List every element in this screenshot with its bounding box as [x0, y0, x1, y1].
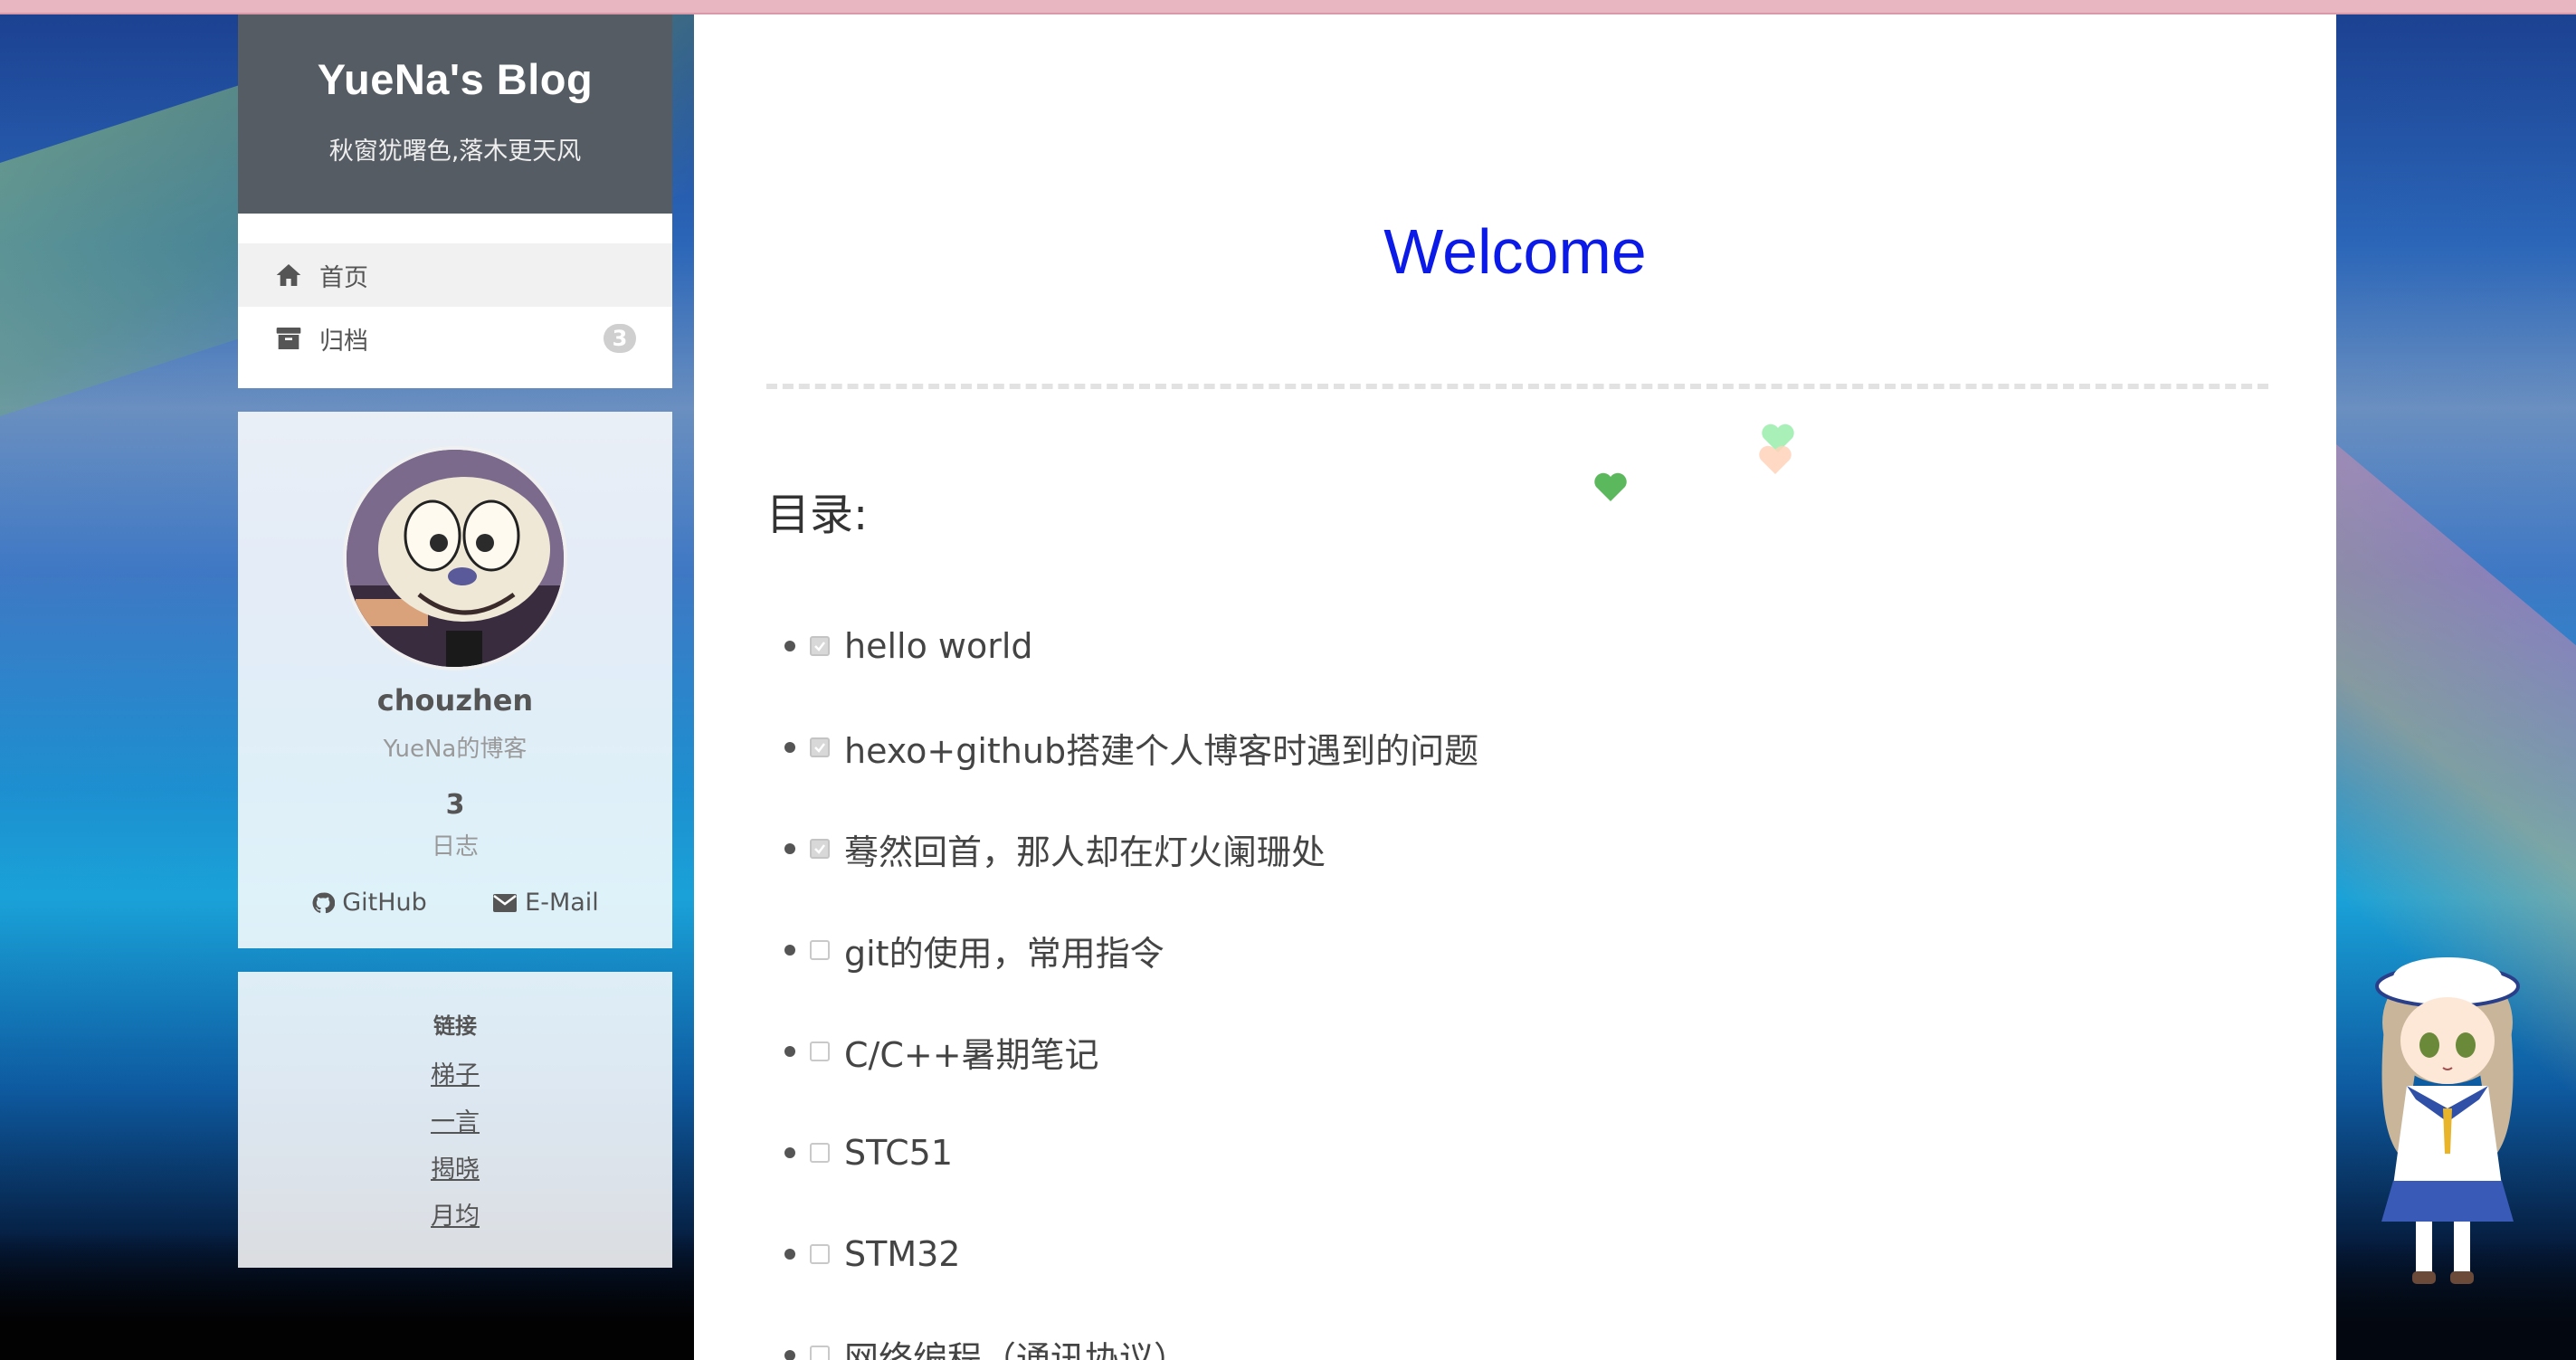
menu-item-home[interactable]: 首页	[238, 243, 672, 307]
todo-item: STM32	[810, 1203, 1478, 1305]
site-nav: 首页 归档 3	[238, 214, 672, 388]
todo-text: hexo+github搭建个人博客时遇到的问题	[844, 730, 1479, 771]
todo-item: hello world	[810, 595, 1478, 697]
heart-icon	[1594, 472, 1627, 501]
todo-item: git的使用，常用指令	[810, 899, 1478, 1001]
menu-item-archive[interactable]: 归档 3	[238, 307, 672, 370]
checkmark-icon	[814, 743, 825, 753]
mascot-character[interactable]	[2353, 950, 2533, 1294]
email-link-label: E-Mail	[525, 889, 599, 917]
home-icon	[276, 264, 301, 286]
todo-text: STM32	[844, 1234, 961, 1274]
todo-list: hello world hexo+github搭建个人博客时遇到的问题 蓦然回首…	[810, 595, 1478, 1360]
posts-count: 3	[445, 789, 465, 821]
author-profile-card: chouzhen YueNa的博客 3 日志 GitHub E-Mail	[238, 412, 672, 948]
blogroll-link[interactable]: 一言	[238, 1099, 672, 1146]
heart-icon	[1759, 445, 1792, 474]
github-icon	[312, 892, 336, 913]
todo-text: hello world	[844, 626, 1033, 666]
todo-text: STC51	[844, 1133, 953, 1173]
site-title[interactable]: YueNa's Blog	[238, 14, 672, 104]
archive-count-badge: 3	[604, 324, 636, 353]
todo-text: 蓦然回首，那人却在灯火阑珊处	[844, 832, 1326, 872]
blogroll-card: 链接 梯子 一言 揭晓 月均	[238, 972, 672, 1268]
checkmark-icon	[814, 642, 825, 651]
author-name: chouzhen	[376, 683, 534, 718]
site-subtitle: 秋窗犹曙色,落木更天风	[328, 138, 582, 166]
todo-checkbox[interactable]	[810, 737, 830, 757]
todo-checkbox[interactable]	[810, 1346, 830, 1360]
github-link[interactable]: GitHub	[311, 889, 427, 917]
menu-item-label: 归档	[319, 327, 368, 356]
author-avatar	[343, 446, 567, 670]
checkmark-icon	[814, 844, 825, 854]
post-title[interactable]: Welcome	[694, 215, 2336, 288]
github-link-label: GitHub	[342, 889, 427, 917]
email-link[interactable]: E-Mail	[492, 889, 599, 917]
todo-item: 蓦然回首，那人却在灯火阑珊处	[810, 798, 1478, 899]
posts-label: 日志	[431, 833, 479, 861]
sidebar: YueNa's Blog 秋窗犹曙色,落木更天风 首页 归档 3 chouzhe…	[238, 14, 672, 1268]
posts-stat[interactable]: 3 日志	[238, 789, 672, 861]
author-description: YueNa的博客	[383, 736, 528, 763]
todo-checkbox[interactable]	[810, 1244, 830, 1264]
todo-text: 网络编程（通讯协议）	[844, 1338, 1189, 1360]
site-brand: YueNa's Blog 秋窗犹曙色,落木更天风	[238, 14, 672, 214]
todo-checkbox[interactable]	[810, 940, 830, 960]
post-content: Welcome 目录: hello world hexo+github搭建个人博…	[694, 14, 2336, 1360]
todo-item: STC51	[810, 1102, 1478, 1203]
todo-item: 网络编程（通讯协议）	[810, 1305, 1478, 1360]
archive-icon	[276, 328, 301, 349]
reading-progress-bar	[0, 0, 2576, 14]
todo-item: hexo+github搭建个人博客时遇到的问题	[810, 697, 1478, 798]
menu-item-label: 首页	[319, 263, 368, 292]
todo-item: C/C++暑期笔记	[810, 1001, 1478, 1102]
blogroll-link[interactable]: 月均	[238, 1194, 672, 1241]
todo-text: C/C++暑期笔记	[844, 1034, 1099, 1075]
blogroll-link[interactable]: 梯子	[238, 1052, 672, 1099]
todo-text: git的使用，常用指令	[844, 933, 1164, 974]
todo-checkbox[interactable]	[810, 1143, 830, 1163]
avatar-image	[347, 450, 564, 667]
toc-heading: 目录:	[766, 490, 869, 540]
envelope-icon	[493, 893, 518, 912]
todo-checkbox[interactable]	[810, 636, 830, 656]
blogroll-link[interactable]: 揭晓	[238, 1146, 672, 1194]
blogroll-title: 链接	[433, 1013, 477, 1039]
blogroll-list: 梯子 一言 揭晓 月均	[238, 1052, 672, 1241]
title-divider	[766, 384, 2268, 389]
social-links: GitHub E-Mail	[238, 889, 672, 917]
todo-checkbox[interactable]	[810, 839, 830, 859]
todo-checkbox[interactable]	[810, 1041, 830, 1061]
